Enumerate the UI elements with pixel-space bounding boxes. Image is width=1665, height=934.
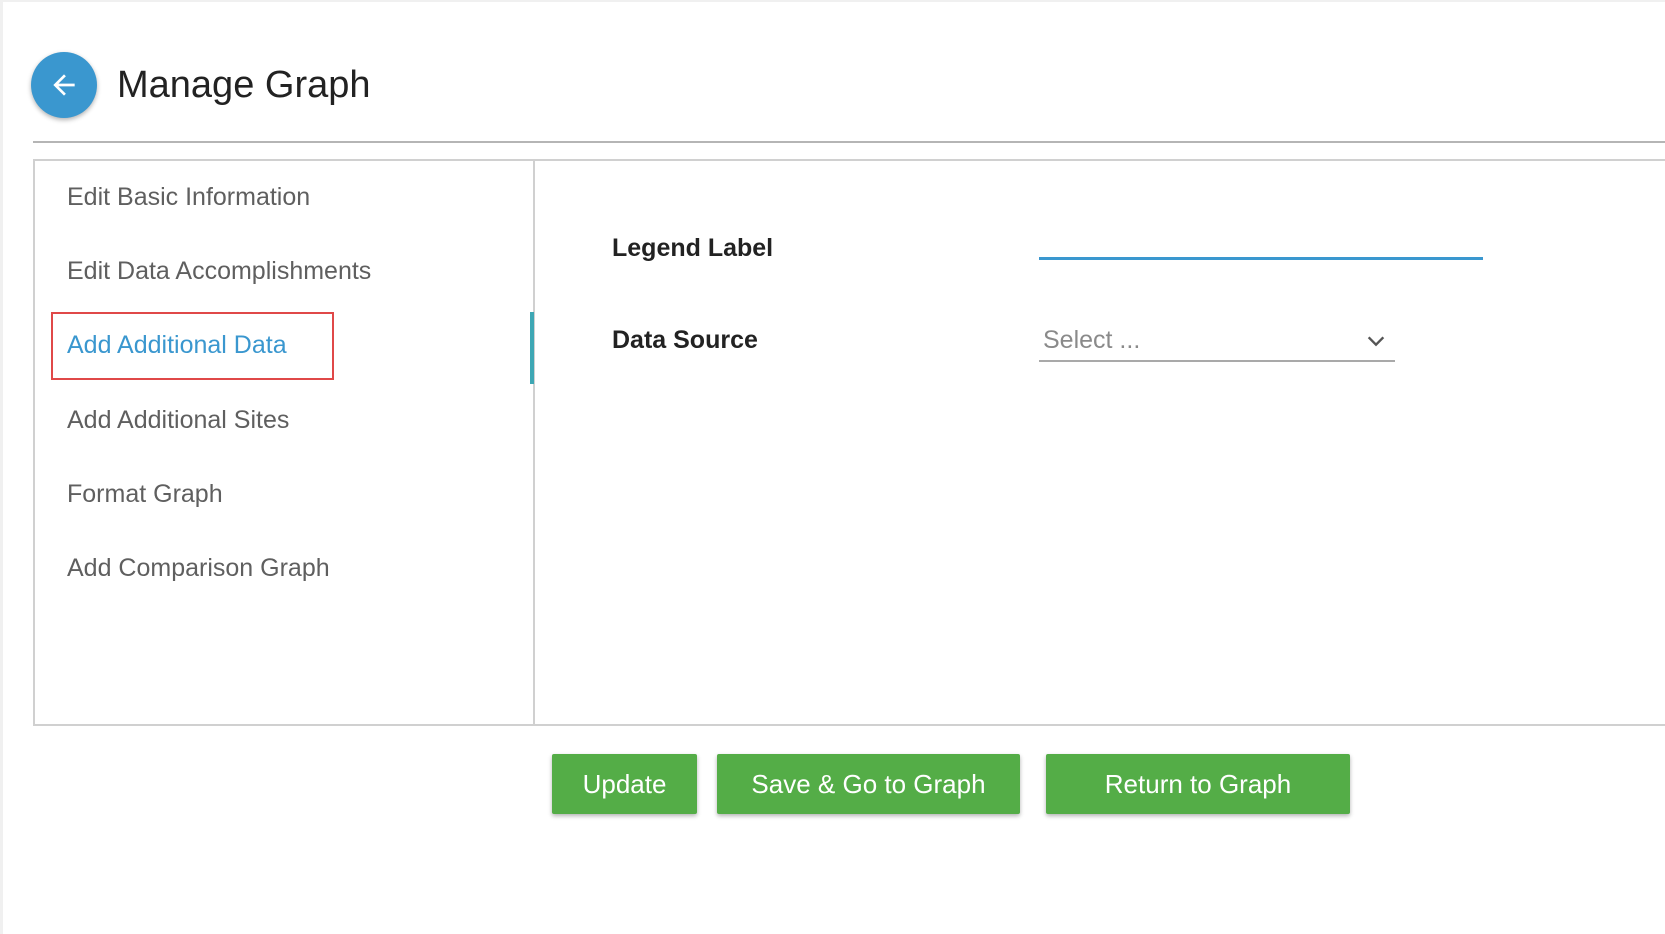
back-button[interactable] xyxy=(31,52,97,118)
manage-graph-page: Manage Graph Edit Basic Information Edit… xyxy=(0,0,1665,934)
legend-label-label: Legend Label xyxy=(612,234,774,262)
sidebar-item-edit-data-accomplishments[interactable]: Edit Data Accomplishments xyxy=(67,257,371,286)
page-header: Manage Graph xyxy=(31,52,371,118)
data-source-label: Data Source xyxy=(612,326,758,354)
sidebar-item-add-additional-sites[interactable]: Add Additional Sites xyxy=(67,406,289,435)
data-source-select[interactable]: Select ... xyxy=(1039,320,1395,362)
save-and-go-to-graph-button[interactable]: Save & Go to Graph xyxy=(717,754,1020,814)
header-divider xyxy=(33,141,1665,143)
sidebar-nav: Edit Basic Information Edit Data Accompl… xyxy=(35,161,535,724)
sidebar-item-add-comparison-graph[interactable]: Add Comparison Graph xyxy=(67,554,330,583)
legend-label-input[interactable] xyxy=(1039,220,1483,260)
sidebar-item-add-additional-data[interactable]: Add Additional Data xyxy=(67,331,287,360)
sidebar-item-format-graph[interactable]: Format Graph xyxy=(67,480,223,509)
arrow-left-icon xyxy=(53,74,75,96)
sidebar-item-edit-basic-information[interactable]: Edit Basic Information xyxy=(67,183,310,212)
update-button[interactable]: Update xyxy=(552,754,697,814)
active-item-indicator xyxy=(530,312,534,384)
return-to-graph-button[interactable]: Return to Graph xyxy=(1046,754,1350,814)
chevron-down-icon xyxy=(1367,336,1385,347)
page-title: Manage Graph xyxy=(117,63,371,106)
data-source-select-value: Select ... xyxy=(1043,326,1141,354)
